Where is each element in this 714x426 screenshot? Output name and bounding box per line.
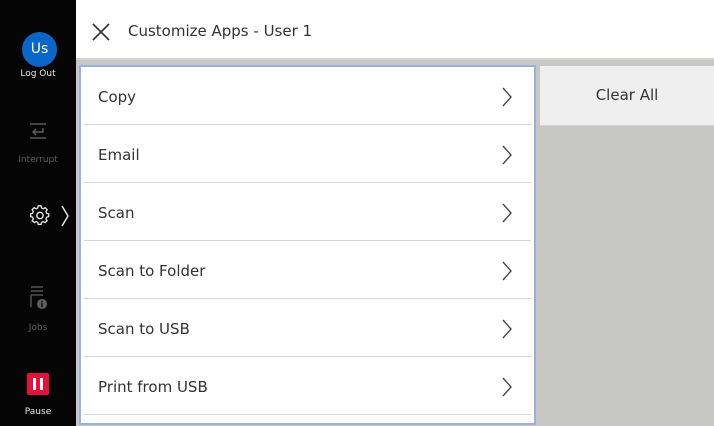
app-row-print-from-usb[interactable]: Print from USB	[84, 357, 531, 415]
app-label: Scan	[98, 204, 135, 222]
app-label: Email	[98, 146, 140, 164]
app-row-scan-to-usb[interactable]: Scan to USB	[84, 299, 531, 357]
app-list: Copy Email Scan Scan to Folder Scan to U…	[79, 65, 536, 425]
screen: Us Log Out Interrupt Jobs Pause Customiz…	[0, 0, 714, 426]
pause-button[interactable]	[27, 373, 49, 395]
app-row-scan[interactable]: Scan	[84, 183, 531, 241]
header-bar: Customize Apps - User 1	[76, 0, 714, 60]
clear-all-button[interactable]: Clear All	[540, 66, 714, 126]
settings-button[interactable]	[22, 200, 76, 230]
jobs-icon[interactable]	[28, 285, 50, 311]
chevron-right-icon	[502, 377, 512, 397]
app-label: Print from USB	[98, 378, 208, 396]
app-row-scan-to-folder[interactable]: Scan to Folder	[84, 241, 531, 299]
chevron-right-icon	[502, 145, 512, 165]
gear-icon	[29, 205, 50, 226]
chevron-right-icon	[502, 87, 512, 107]
chevron-right-icon	[502, 261, 512, 281]
close-icon[interactable]	[91, 22, 111, 42]
pause-label: Pause	[24, 407, 52, 417]
action-panel: Clear All	[540, 66, 714, 426]
app-label: Copy	[98, 88, 137, 106]
interrupt-icon[interactable]	[28, 121, 48, 141]
log-out-label[interactable]: Log Out	[0, 69, 76, 79]
page-title: Customize Apps - User 1	[128, 22, 313, 40]
jobs-label: Jobs	[28, 323, 48, 333]
app-row-copy[interactable]: Copy	[84, 67, 531, 125]
chevron-right-icon	[502, 319, 512, 339]
chevron-right-icon	[61, 205, 69, 227]
sidebar: Us Log Out Interrupt Jobs Pause	[0, 0, 76, 426]
user-avatar[interactable]: Us	[22, 32, 57, 67]
chevron-right-icon	[502, 203, 512, 223]
app-label: Scan to USB	[98, 320, 190, 338]
interrupt-label: Interrupt	[18, 155, 58, 165]
app-row-email[interactable]: Email	[84, 125, 531, 183]
app-label: Scan to Folder	[98, 262, 206, 280]
